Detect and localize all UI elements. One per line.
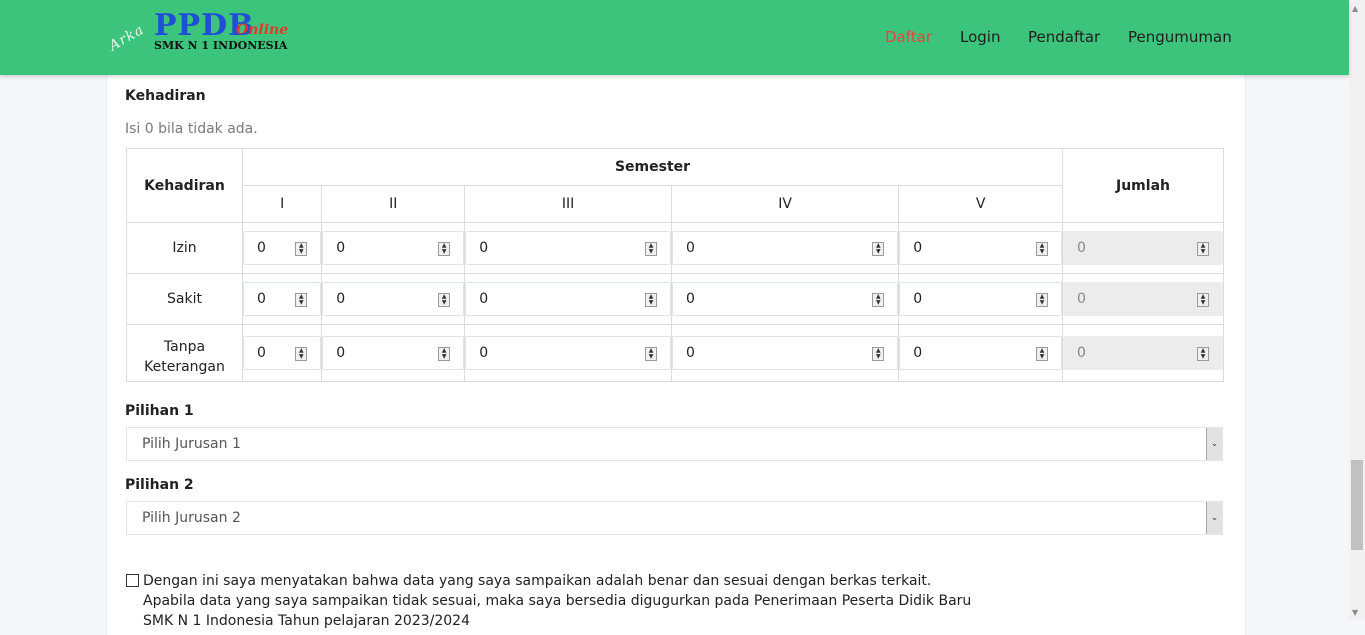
nav-pengumuman-link[interactable]: Pengumuman [1128,28,1232,46]
sakit-sem2-input[interactable]: 0 ▲ ▼ [322,282,465,316]
attendance-table: Kehadiran Semester Jumlah I II III IV V … [126,148,1224,382]
pilihan-2-select[interactable]: Pilih Jurusan 2 ⌄ [126,501,1223,535]
spinner-icon[interactable]: ▲ ▼ [645,242,657,256]
spinner-icon[interactable]: ▲ ▼ [438,242,451,256]
spinner-icon[interactable]: ▲ ▼ [295,293,308,307]
izin-sem3-input[interactable]: 0 ▲ ▼ [465,231,671,265]
spinner-icon[interactable]: ▲ ▼ [645,293,657,307]
row-label-tanpa-keterangan: Tanpa Keterangan [126,324,243,382]
table-row-tanpa-keterangan: Tanpa Keterangan 0 ▲ ▼ 0 ▲ ▼ 0 ▲ ▼ 0 ▲ ▼ 0 ▲ ▼ 0 ▲ ▼ [126,324,1224,382]
spinner-icon[interactable]: ▲ ▼ [438,293,451,307]
input-value: 0 [1077,345,1086,361]
nav-pendaftar-link[interactable]: Pendaftar [1028,28,1100,46]
spinner-icon[interactable]: ▲ ▼ [1036,242,1048,256]
header-semester-5: V [898,185,1063,223]
pilihan-1-selected-text: Pilih Jurusan 1 [142,436,241,452]
sakit-sem3-input[interactable]: 0 ▲ ▼ [465,282,671,316]
chevron-down-icon[interactable]: ⌄ [1206,428,1222,460]
attendance-section-title: Kehadiran [125,88,206,104]
input-value: 0 [913,291,923,307]
izin-sem4-input[interactable]: 0 ▲ ▼ [672,231,899,265]
scroll-down-arrow-icon[interactable]: ▼ [1352,608,1358,617]
declaration-line-2: Apabila data yang saya sampaikan tidak s… [143,593,972,609]
spinner-icon[interactable]: ▲ ▼ [645,347,657,361]
table-row-izin: Izin 0 ▲ ▼ 0 ▲ ▼ 0 ▲ ▼ 0 ▲ ▼ 0 ▲ ▼ 0 ▲ ▼ [126,222,1224,274]
tk-sem4-input[interactable]: 0 ▲ ▼ [672,336,899,370]
chevron-down-icon[interactable]: ⌄ [1206,502,1222,534]
izin-sem1-input[interactable]: 0 ▲ ▼ [243,231,322,265]
input-value: 0 [479,240,489,256]
spinner-icon[interactable]: ▲ ▼ [1036,347,1048,361]
izin-sem2-input[interactable]: 0 ▲ ▼ [322,231,465,265]
spinner-icon[interactable]: ▲ ▼ [872,242,885,256]
input-value: 0 [686,291,695,307]
site-logo[interactable]: Arka PPDB Online SMK N 1 INDONESIA [106,8,306,58]
logo-school-name: SMK N 1 INDONESIA [154,39,288,52]
table-row-sakit: Sakit 0 ▲ ▼ 0 ▲ ▼ 0 ▲ ▼ 0 ▲ ▼ 0 ▲ ▼ 0 ▲ ▼ [126,273,1224,325]
input-value: 0 [257,291,266,307]
tk-sem5-input[interactable]: 0 ▲ ▼ [899,336,1062,370]
input-value: 0 [479,345,489,361]
input-value: 0 [257,345,266,361]
spinner-icon[interactable]: ▲ ▼ [872,293,885,307]
input-value: 0 [336,240,346,256]
spinner-icon[interactable]: ▲ ▼ [872,347,885,361]
pilihan-2-selected-text: Pilih Jurusan 2 [142,510,241,526]
input-value: 0 [336,291,346,307]
scrollbar-thumb[interactable] [1351,460,1363,550]
input-value: 0 [257,240,266,256]
declaration-line-3: SMK N 1 Indonesia Tahun pelajaran 2023/2… [143,613,470,629]
sakit-sem4-input[interactable]: 0 ▲ ▼ [672,282,899,316]
pilihan-2-label: Pilihan 2 [125,477,194,493]
input-value: 0 [1077,240,1086,256]
spinner-icon[interactable]: ▲ ▼ [295,242,308,256]
header-semester: Semester [242,148,1063,186]
tk-sem3-input[interactable]: 0 ▲ ▼ [465,336,671,370]
pilihan-1-label: Pilihan 1 [125,403,194,419]
nav-daftar-link[interactable]: Daftar [885,28,932,46]
input-value: 0 [1077,291,1086,307]
pilihan-1-select[interactable]: Pilih Jurusan 1 ⌄ [126,427,1223,461]
logo-online-text: Online [236,22,289,38]
sakit-sem1-input[interactable]: 0 ▲ ▼ [243,282,322,316]
izin-total-input: 0 ▲ ▼ [1063,231,1223,265]
logo-script-text: Arka [106,21,148,55]
spinner-icon: ▲ ▼ [1197,347,1209,361]
header-semester-2: II [321,185,466,223]
input-value: 0 [913,345,923,361]
sakit-sem5-input[interactable]: 0 ▲ ▼ [899,282,1062,316]
input-value: 0 [336,345,346,361]
row-label-sakit: Sakit [126,273,243,325]
nav-login-link[interactable]: Login [960,28,1000,46]
input-value: 0 [686,240,695,256]
header-jumlah: Jumlah [1062,148,1224,223]
header-kehadiran: Kehadiran [126,148,243,223]
declaration-checkbox[interactable] [126,574,139,587]
sakit-total-input: 0 ▲ ▼ [1063,282,1223,316]
scroll-up-arrow-icon[interactable]: ▲ [1352,4,1358,13]
tk-total-input: 0 ▲ ▼ [1063,336,1223,370]
spinner-icon[interactable]: ▲ ▼ [438,347,451,361]
header-semester-1: I [241,185,323,223]
row-label-izin: Izin [126,222,243,274]
spinner-icon: ▲ ▼ [1197,242,1209,256]
top-navbar: Arka PPDB Online SMK N 1 INDONESIA Dafta… [0,0,1349,75]
input-value: 0 [479,291,489,307]
header-semester-4: IV [670,185,900,223]
input-value: 0 [913,240,923,256]
header-semester-3: III [464,185,672,223]
declaration-line-1: Dengan ini saya menyatakan bahwa data ya… [143,573,932,589]
spinner-icon[interactable]: ▲ ▼ [295,347,308,361]
input-value: 0 [686,345,695,361]
tk-sem1-input[interactable]: 0 ▲ ▼ [243,336,322,370]
spinner-icon: ▲ ▼ [1197,293,1209,307]
spinner-icon[interactable]: ▲ ▼ [1036,293,1048,307]
izin-sem5-input[interactable]: 0 ▲ ▼ [899,231,1062,265]
attendance-hint: Isi 0 bila tidak ada. [125,121,258,137]
tk-sem2-input[interactable]: 0 ▲ ▼ [322,336,465,370]
